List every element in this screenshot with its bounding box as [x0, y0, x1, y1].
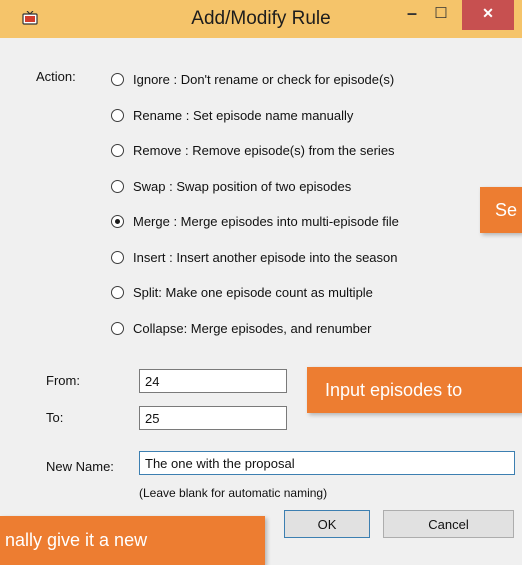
new-name-input[interactable] [139, 451, 515, 475]
callout-select: Se [480, 187, 522, 233]
action-option[interactable]: Insert : Insert another episode into the… [111, 247, 398, 267]
action-option-label: Rename : Set episode name manually [133, 107, 354, 123]
action-option[interactable]: Ignore : Don't rename or check for episo… [111, 69, 394, 89]
radio-button[interactable] [111, 214, 124, 228]
action-option[interactable]: Split: Make one episode count as multipl… [111, 282, 373, 302]
action-option-label: Split: Make one episode count as multipl… [133, 284, 373, 300]
radio-button[interactable] [111, 179, 124, 193]
callout-input-episodes: Input episodes to [307, 367, 522, 413]
action-option-label: Insert : Insert another episode into the… [133, 249, 398, 265]
dialog-window: Add/Modify Rule – ☐ ✕ Action: Ignore : D… [0, 0, 522, 565]
action-option[interactable]: Collapse: Merge episodes, and renumber [111, 318, 371, 338]
action-option[interactable]: Swap : Swap position of two episodes [111, 176, 351, 196]
action-option-label: Collapse: Merge episodes, and renumber [133, 320, 372, 336]
action-label: Action: [36, 69, 76, 84]
maximize-button[interactable]: ☐ [428, 0, 454, 30]
action-option[interactable]: Remove : Remove episode(s) from the seri… [111, 140, 395, 160]
radio-button[interactable] [111, 72, 124, 86]
action-option-label: Remove : Remove episode(s) from the seri… [133, 142, 395, 158]
close-icon: ✕ [482, 4, 494, 21]
new-name-label: New Name: [46, 459, 114, 474]
radio-button[interactable] [111, 285, 124, 299]
title-bar[interactable]: Add/Modify Rule – ☐ ✕ [0, 0, 522, 38]
radio-button[interactable] [111, 321, 124, 335]
to-input[interactable] [139, 406, 287, 430]
radio-button[interactable] [111, 250, 124, 264]
action-option-label: Merge : Merge episodes into multi-episod… [133, 213, 399, 229]
radio-button[interactable] [111, 108, 124, 122]
callout-new-name: nally give it a new [0, 516, 265, 565]
ok-button[interactable]: OK [284, 510, 370, 538]
from-input[interactable] [139, 369, 287, 393]
new-name-hint: (Leave blank for automatic naming) [139, 486, 328, 500]
action-option[interactable]: Rename : Set episode name manually [111, 105, 353, 125]
action-option[interactable]: Merge : Merge episodes into multi-episod… [111, 211, 399, 231]
maximize-icon: ☐ [434, 5, 448, 22]
action-option-label: Swap : Swap position of two episodes [133, 178, 352, 194]
minimize-button[interactable]: – [399, 0, 425, 30]
to-label: To: [46, 410, 64, 425]
minimize-icon: – [406, 2, 417, 23]
radio-button[interactable] [111, 143, 124, 157]
close-button[interactable]: ✕ [462, 0, 514, 30]
action-option-label: Ignore : Don't rename or check for episo… [133, 71, 395, 87]
cancel-button[interactable]: Cancel [383, 510, 514, 538]
from-label: From: [46, 373, 80, 388]
